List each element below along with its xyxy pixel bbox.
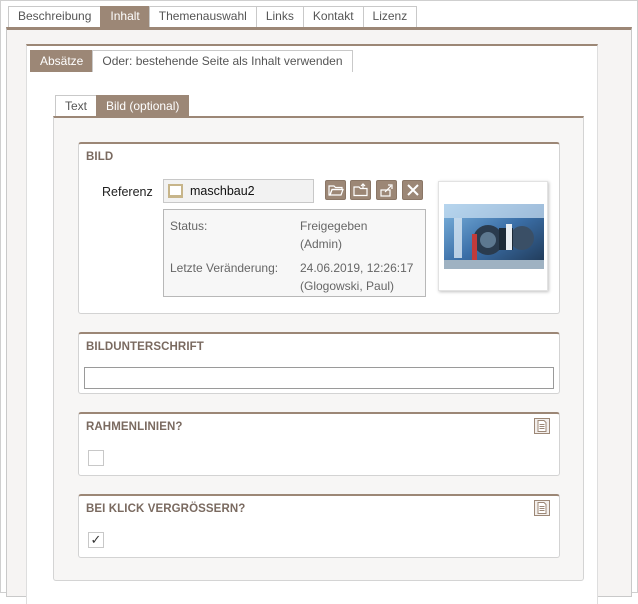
- tab-bild[interactable]: Bild (optional): [96, 95, 190, 117]
- bild-title: BILD: [86, 151, 114, 163]
- folder-open-button[interactable]: [325, 180, 346, 200]
- referenz-label: Referenz: [102, 185, 153, 199]
- folder-upload-icon: [353, 183, 368, 197]
- referenz-field[interactable]: maschbau2: [163, 179, 314, 203]
- tab-inhalt[interactable]: Inhalt: [100, 6, 150, 27]
- paragraph-tabs: Text Bild (optional): [55, 95, 190, 117]
- image-info-box: Status: Freigegeben (Admin) Letzte Verän…: [163, 209, 426, 297]
- status-value-line2: (Admin): [300, 237, 343, 251]
- help-document-icon[interactable]: [534, 500, 550, 516]
- tab-beschreibung[interactable]: Beschreibung: [8, 6, 102, 27]
- machine-photo-image: [444, 204, 544, 269]
- tab-text[interactable]: Text: [55, 95, 98, 117]
- status-label: Status:: [170, 219, 208, 233]
- tab-absaetze[interactable]: Absätze: [30, 50, 94, 72]
- changed-label: Letzte Veränderung:: [170, 261, 279, 275]
- checkmark-icon: ✓: [90, 532, 102, 547]
- tab-existing-page[interactable]: Oder: bestehende Seite als Inhalt verwen…: [92, 50, 353, 72]
- image-thumbnail[interactable]: [438, 181, 548, 291]
- edit-link-button[interactable]: [376, 180, 397, 200]
- folder-upload-button[interactable]: [350, 180, 371, 200]
- click-enlarge-card: BEI KLICK VERGRÖSSERN? ✓: [78, 494, 560, 558]
- click-enlarge-title: BEI KLICK VERGRÖSSERN?: [86, 503, 246, 515]
- main-tabs: Beschreibung Inhalt Themenauswahl Links …: [8, 6, 418, 27]
- edit-link-icon: [380, 184, 393, 197]
- frame-lines-title: RAHMENLINIEN?: [86, 421, 183, 433]
- content-mode-tabs: Absätze Oder: bestehende Seite als Inhal…: [30, 50, 353, 72]
- tab-themenauswahl[interactable]: Themenauswahl: [148, 6, 257, 27]
- help-document-icon[interactable]: [534, 418, 550, 434]
- status-value: Freigegeben (Admin): [300, 217, 367, 253]
- caption-card: BILDUNTERSCHRIFT: [78, 332, 560, 394]
- tab-kontakt[interactable]: Kontakt: [302, 6, 364, 27]
- caption-input[interactable]: [84, 367, 554, 389]
- changed-value-line2: (Glogowski, Paul): [300, 279, 395, 293]
- changed-value-line1: 24.06.2019, 12:26:17: [300, 261, 414, 275]
- tab-links[interactable]: Links: [255, 6, 304, 27]
- remove-button[interactable]: [402, 180, 423, 200]
- machine-photo: [444, 204, 544, 269]
- close-icon: [407, 184, 419, 196]
- status-value-line1: Freigegeben: [300, 219, 368, 233]
- document-icon: [168, 184, 183, 198]
- tab-lizenz[interactable]: Lizenz: [362, 6, 418, 27]
- caption-title: BILDUNTERSCHRIFT: [86, 341, 204, 353]
- click-enlarge-checkbox[interactable]: ✓: [88, 532, 104, 548]
- frame-lines-card: RAHMENLINIEN?: [78, 412, 560, 476]
- folder-open-icon: [328, 185, 344, 196]
- changed-value: 24.06.2019, 12:26:17 (Glogowski, Paul): [300, 259, 413, 295]
- frame-lines-checkbox[interactable]: [88, 450, 104, 466]
- referenz-value: maschbau2: [190, 184, 255, 198]
- bild-card: BILD Referenz maschbau2 Status: Freigege…: [78, 142, 560, 314]
